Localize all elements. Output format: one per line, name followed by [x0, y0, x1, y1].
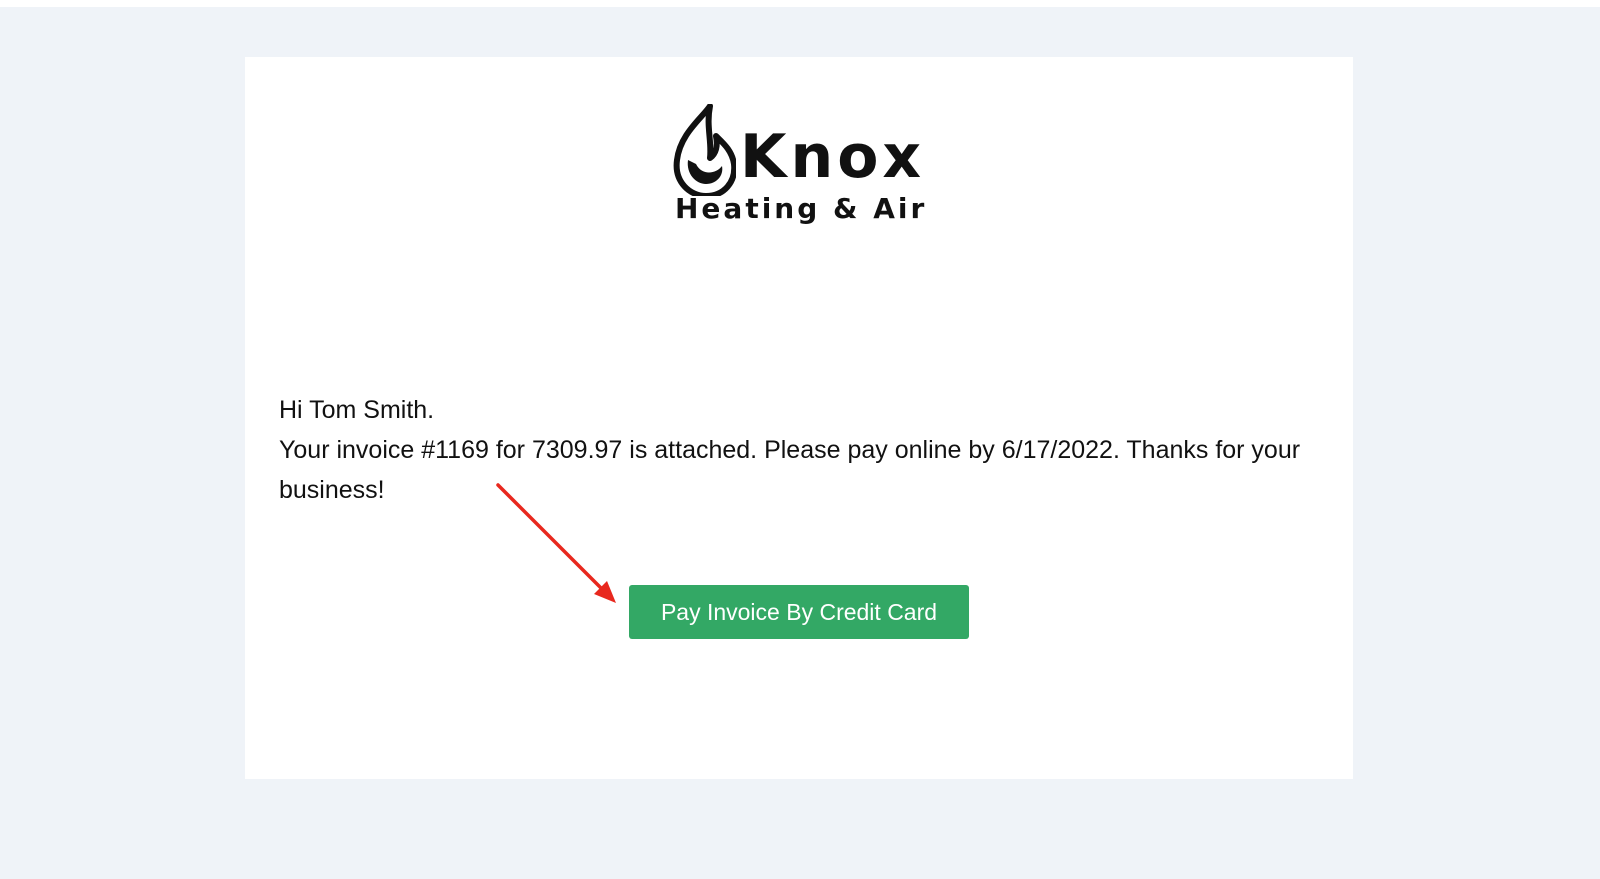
pay-invoice-button[interactable]: Pay Invoice By Credit Card — [629, 585, 969, 639]
invoice-body-text: Your invoice #1169 for 7309.97 is attach… — [279, 436, 1301, 504]
company-logo: Knox Heating & Air — [672, 104, 932, 234]
page-background: Knox Heating & Air Hi Tom Smith. Your in… — [0, 7, 1600, 879]
invoice-message: Hi Tom Smith. Your invoice #1169 for 730… — [279, 390, 1329, 510]
email-card: Knox Heating & Air Hi Tom Smith. Your in… — [245, 57, 1353, 779]
flame-icon — [673, 104, 736, 196]
logo-name: Knox — [740, 122, 926, 192]
greeting-text: Hi Tom Smith. — [279, 396, 435, 424]
logo-tagline: Heating & Air — [675, 192, 928, 225]
